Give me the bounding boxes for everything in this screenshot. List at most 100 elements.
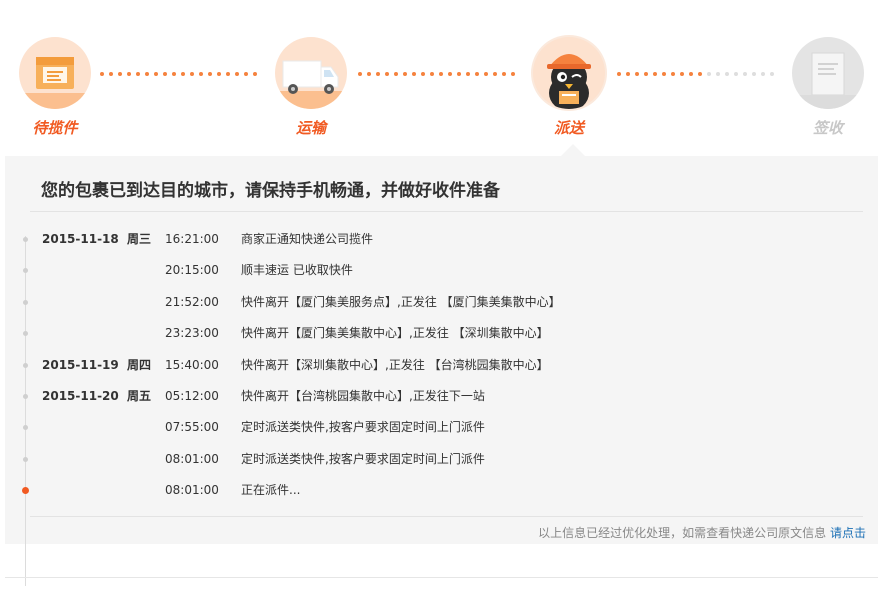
event-weekday: 周三 [127,232,152,246]
footer-note: 以上信息已经过优化处理，如需查看快递公司原文信息 请点击 [538,524,866,541]
step-label: 运输 [295,119,326,137]
tracking-events: 2015-11-18 周三 16:21:00 商家正通知快递公司揽件 20:15:00 顺… [5,224,878,507]
connector-dot [475,72,479,76]
tracking-event-row: 21:52:00 快件离开【厦门集美服务点】,正发往 【厦门集美集散中心】 [5,287,878,318]
tracking-event-row: 20:15:00 顺丰速运 已收取快件 [5,255,878,286]
shipment-progress: 待揽件 运输 派送 签收 [0,0,886,150]
event-description: 快件离开【深圳集散中心】,正发往 【台湾桃园集散中心】 [241,357,549,372]
event-description: 正在派件... [241,483,301,498]
progress-connector [358,72,528,76]
connector-dot [208,72,212,76]
timeline-dot [23,425,28,431]
connector-dot [403,72,407,76]
package-box-icon [19,37,91,109]
event-date: 2015-11-19 [42,357,119,372]
step-signed: 签收 [788,37,868,138]
event-time: 16:21:00 [165,232,219,246]
connector-dot [421,72,425,76]
event-description: 快件离开【厦门集美服务点】,正发往 【厦门集美集散中心】 [241,294,561,309]
tracking-event-row: 2015-11-18 周三 16:21:00 商家正通知快递公司揽件 [5,224,878,255]
connector-dot [253,72,257,76]
event-time: 23:23:00 [165,326,219,341]
event-description: 快件离开【台湾桃园集散中心】,正发往下一站 [241,388,485,403]
connector-dot [100,72,104,76]
connector-dot [743,72,747,76]
connector-dot [109,72,113,76]
connector-dot [734,72,738,76]
connector-dot [136,72,140,76]
step-pending-pickup: 待揽件 [15,37,95,138]
connector-dot [653,72,657,76]
event-weekday: 周四 [127,357,152,372]
event-description: 定时派送类快件,按客户要求固定时间上门派件 [241,420,485,435]
timeline-dot [23,268,28,274]
tracking-panel: 您的包裹已到达目的城市，请保持手机畅通，并做好收件准备 2015-11-18 周三… [5,156,878,586]
timeline-dot [23,393,28,399]
connector-dot [190,72,194,76]
connector-dot [145,72,149,76]
connector-dot [439,72,443,76]
connector-dot [367,72,371,76]
connector-dot [502,72,506,76]
connector-dot [493,72,497,76]
connector-dot [376,72,380,76]
current-step-pointer [561,144,585,156]
event-time: 07:55:00 [165,420,219,435]
connector-dot [617,72,621,76]
tracking-event-row: 23:23:00 快件离开【厦门集美集散中心】,正发往 【深圳集散中心】 [5,318,878,349]
connector-dot [172,72,176,76]
timeline-dot [23,299,28,305]
connector-dot [448,72,452,76]
tracking-event-row: 08:01:00 定时派送类快件,按客户要求固定时间上门派件 [5,444,878,475]
tracking-event-row: 08:01:00 正在派件... [5,475,878,506]
connector-dot [181,72,185,76]
delivery-truck-icon [275,37,347,109]
timeline-dot [23,456,28,462]
connector-dot [671,72,675,76]
divider [30,211,863,212]
connector-dot [484,72,488,76]
tracking-event-row: 07:55:00 定时派送类快件,按客户要求固定时间上门派件 [5,412,878,443]
connector-dot [244,72,248,76]
timeline-dot [23,362,28,368]
event-time: 15:40:00 [165,357,219,372]
connector-dot [127,72,131,76]
page-bottom-divider [5,577,878,578]
connector-dot [466,72,470,76]
progress-connector [100,72,270,76]
status-headline: 您的包裹已到达目的城市，请保持手机畅通，并做好收件准备 [41,181,500,201]
step-label: 派送 [553,119,584,137]
connector-dot [680,72,684,76]
connector-dot [226,72,230,76]
event-time: 08:01:00 [165,483,219,498]
event-date: 2015-11-20 [42,388,119,403]
connector-dot [412,72,416,76]
step-delivering: 派送 [529,37,609,138]
connector-dot [394,72,398,76]
view-original-link[interactable]: 请点击 [830,526,866,540]
timeline-dot [22,487,29,495]
event-time: 21:52:00 [165,294,219,309]
connector-dot [644,72,648,76]
connector-dot [430,72,434,76]
event-description: 商家正通知快递公司揽件 [241,232,374,246]
connector-dot [662,72,666,76]
connector-dot [626,72,630,76]
event-description: 快件离开【厦门集美集散中心】,正发往 【深圳集散中心】 [241,326,549,341]
event-time: 08:01:00 [165,451,219,466]
connector-dot [761,72,765,76]
step-label: 待揽件 [32,119,78,137]
event-time: 05:12:00 [165,388,219,403]
event-description: 定时派送类快件,按客户要求固定时间上门派件 [241,451,485,466]
connector-dot [163,72,167,76]
connector-dot [511,72,515,76]
connector-dot [154,72,158,76]
event-time: 20:15:00 [165,263,219,278]
connector-dot [689,72,693,76]
connector-dot [635,72,639,76]
step-in-transit: 运输 [271,37,351,138]
connector-dot [752,72,756,76]
connector-dot [217,72,221,76]
tracking-event-row: 2015-11-19 周四 15:40:00 快件离开【深圳集散中心】,正发往 【台湾… [5,350,878,381]
connector-dot [725,72,729,76]
